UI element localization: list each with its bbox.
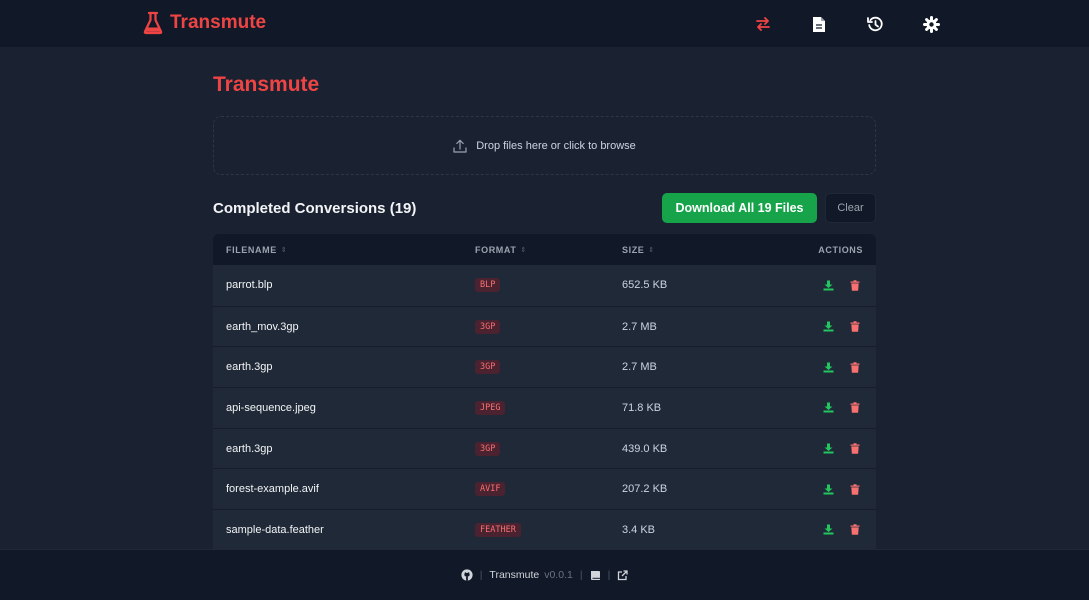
size-cell: 2.7 MB (622, 361, 657, 374)
separator: | (479, 569, 483, 581)
github-icon[interactable] (461, 569, 473, 581)
footer-app-name[interactable]: Transmute (489, 569, 539, 581)
format-cell: 3GP (475, 429, 501, 469)
top-bar: Transmute (0, 0, 1089, 47)
download-icon[interactable] (822, 524, 834, 536)
filename-cell: earth.3gp (226, 442, 273, 455)
flask-icon (143, 11, 163, 35)
conversions-table: FILENAME ⇕ FORMAT ⇕ SIZE ⇕ ACTIONS parro… (213, 234, 876, 549)
footer-version: v0.0.1 (544, 569, 573, 581)
size-cell: 71.8 KB (622, 401, 662, 414)
download-icon[interactable] (822, 279, 834, 291)
table-row: api-sequence.jpeg JPEG 71.8 KB (213, 387, 876, 428)
dropzone-text: Drop files here or click to browse (476, 139, 636, 152)
format-badge: 3GP (475, 319, 501, 334)
section-title: Completed Conversions (19) (213, 200, 417, 217)
table-row: parrot.blp BLP 652.5 KB (213, 265, 876, 306)
filename-cell: earth_mov.3gp (226, 320, 299, 333)
book-icon[interactable] (590, 570, 601, 581)
sort-icon: ⇕ (520, 246, 527, 254)
trash-icon[interactable] (849, 279, 861, 291)
table-row: earth_mov.3gp 3GP 2.7 MB (213, 305, 876, 347)
file-icon[interactable] (808, 13, 830, 35)
format-badge: 3GP (475, 441, 501, 456)
sort-icon: ⇕ (648, 246, 655, 254)
download-icon[interactable] (822, 483, 834, 495)
table-row: forest-example.avif AVIF 207.2 KB (213, 468, 876, 509)
format-badge: FEATHER (475, 522, 521, 537)
format-badge: JPEG (475, 400, 506, 415)
trash-icon[interactable] (849, 524, 861, 536)
table-row: sample-data.feather FEATHER 3.4 KB (213, 509, 876, 549)
size-cell: 652.5 KB (622, 279, 668, 292)
download-icon[interactable] (822, 361, 834, 373)
footer: | Transmute v0.0.1 | | (0, 549, 1089, 600)
column-header-format[interactable]: FORMAT ⇕ (475, 245, 527, 255)
filename-cell: api-sequence.jpeg (226, 401, 316, 414)
download-icon[interactable] (822, 443, 834, 455)
trash-icon[interactable] (849, 483, 861, 495)
trash-icon[interactable] (849, 443, 861, 455)
actions-cell (822, 429, 861, 469)
actions-cell (822, 388, 861, 428)
filename-cell: sample-data.feather (226, 523, 324, 536)
format-cell: BLP (475, 265, 501, 306)
top-nav (752, 13, 942, 35)
filename-cell: forest-example.avif (226, 483, 319, 496)
size-cell: 439.0 KB (622, 442, 668, 455)
brand-logo[interactable]: Transmute (143, 11, 266, 35)
column-header-filename[interactable]: FILENAME ⇕ (226, 245, 287, 255)
gear-icon[interactable] (920, 13, 942, 35)
actions-cell (822, 510, 861, 549)
size-cell: 2.7 MB (622, 320, 657, 333)
actions-cell (822, 265, 861, 306)
trash-icon[interactable] (849, 361, 861, 373)
history-icon[interactable] (864, 13, 886, 35)
size-cell: 3.4 KB (622, 523, 656, 536)
format-badge: BLP (475, 278, 501, 293)
table-header: FILENAME ⇕ FORMAT ⇕ SIZE ⇕ ACTIONS (213, 234, 876, 265)
brand-name: Transmute (170, 12, 267, 33)
table-row: earth.3gp 3GP 2.7 MB (213, 346, 876, 387)
download-icon[interactable] (822, 321, 834, 333)
filename-cell: earth.3gp (226, 361, 273, 374)
trash-icon[interactable] (849, 321, 861, 333)
sort-icon: ⇕ (280, 246, 288, 254)
table-body: parrot.blp BLP 652.5 KB earth_mov.3gp 3GP 2.7… (213, 265, 876, 549)
upload-icon (453, 139, 467, 153)
external-link-icon[interactable] (617, 569, 628, 581)
page-title: Transmute (213, 73, 320, 96)
separator: | (579, 569, 583, 581)
swap-icon[interactable] (752, 13, 774, 35)
format-cell: 3GP (475, 347, 501, 387)
format-cell: JPEG (475, 388, 506, 428)
download-icon[interactable] (822, 402, 834, 414)
download-all-button[interactable]: Download All 19 Files (662, 193, 817, 223)
format-cell: AVIF (475, 469, 506, 509)
format-badge: 3GP (475, 360, 501, 375)
filename-cell: parrot.blp (226, 279, 273, 292)
actions-cell (822, 469, 861, 509)
clear-button[interactable]: Clear (825, 193, 876, 223)
separator: | (607, 569, 611, 581)
actions-cell (822, 347, 861, 387)
column-header-actions: ACTIONS (818, 245, 863, 255)
format-cell: 3GP (475, 307, 501, 347)
column-header-size[interactable]: SIZE ⇕ (622, 245, 655, 255)
format-badge: AVIF (475, 482, 506, 497)
table-row: earth.3gp 3GP 439.0 KB (213, 427, 876, 469)
size-cell: 207.2 KB (622, 483, 668, 496)
actions-cell (822, 307, 861, 347)
trash-icon[interactable] (849, 402, 861, 414)
file-dropzone[interactable]: Drop files here or click to browse (213, 116, 876, 175)
format-cell: FEATHER (475, 510, 521, 549)
